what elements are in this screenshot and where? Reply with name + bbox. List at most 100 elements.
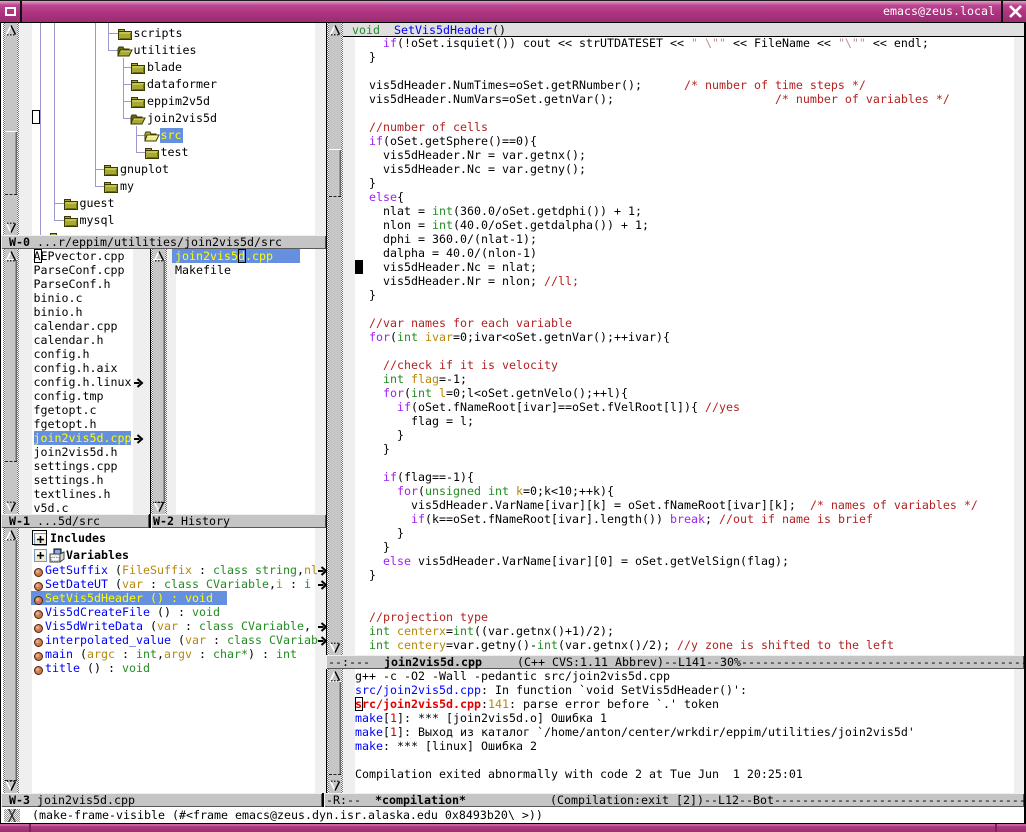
- history-scrollbar[interactable]: [151, 249, 167, 514]
- directory-tree-row[interactable]: join2vis5d: [1, 110, 315, 127]
- method-item[interactable]: main (argc : int,argv : char*) : int: [1, 647, 326, 661]
- scrollbar-down-arrow[interactable]: [5, 780, 17, 792]
- directories-modeline[interactable]: W-0 ...r/eppim/utilities/join2vis5d/src: [1, 235, 326, 249]
- source-file-item[interactable]: config.h.aix: [1, 361, 150, 375]
- source-file-item[interactable]: v5d.c: [1, 501, 150, 514]
- code-line[interactable]: vis5dHeader.VarName[ivar][k] = oSet.fNam…: [355, 498, 978, 512]
- directories-scrollbar[interactable]: [3, 23, 19, 235]
- editor-scrollbar[interactable]: [327, 23, 343, 655]
- sources-modeline[interactable]: W-1 ...5d/src: [1, 514, 149, 528]
- method-item[interactable]: SetVis5dHeader () : void: [1, 591, 326, 605]
- code-line[interactable]: }: [355, 176, 376, 190]
- code-line[interactable]: for(int l=0;l<oSet.getnVelo();++l){: [355, 386, 628, 400]
- method-item[interactable]: Vis5dCreateFile () : void: [1, 605, 326, 619]
- source-file-item[interactable]: join2vis5d.h: [1, 445, 150, 459]
- scrollbar-thumb[interactable]: [153, 259, 165, 503]
- ecb-history-window[interactable]: join2vis5d.cppMakefile: [151, 249, 326, 514]
- source-file-item[interactable]: join2vis5d.cpp: [1, 431, 150, 445]
- scrollbar-up-arrow[interactable]: [329, 670, 341, 682]
- code-line[interactable]: vis5dHeader.NumTimes=oSet.getRNumber(); …: [355, 78, 866, 92]
- code-line[interactable]: flag = l;: [355, 414, 474, 428]
- code-line[interactable]: nlat = int(360.0/oSet.getdphi()) + 1;: [355, 204, 642, 218]
- source-file-item[interactable]: binio.c: [1, 291, 150, 305]
- methods-group-row[interactable]: Includes: [1, 530, 315, 547]
- code-line[interactable]: else vis5dHeader.VarName[ivar][0] = oSet…: [355, 554, 789, 568]
- code-line[interactable]: int centery=var.getny()-int(var.getnx()/…: [355, 638, 894, 652]
- source-file-item[interactable]: config.tmp: [1, 389, 150, 403]
- history-item[interactable]: join2vis5d.cpp: [151, 249, 326, 263]
- minibuffer[interactable]: (make-frame-visible (#<frame emacs@zeus.…: [1, 807, 1024, 823]
- code-line[interactable]: if(oSet.getSphere()==0){: [355, 134, 537, 148]
- directory-tree-row[interactable]: src: [1, 127, 315, 144]
- directory-tree-row[interactable]: scripts: [1, 25, 315, 42]
- history-item[interactable]: Makefile: [151, 263, 326, 277]
- compilation-line[interactable]: src/join2vis5d.cpp: In function `void Se…: [355, 683, 747, 697]
- code-line[interactable]: int centerx=int((var.getnx()+1)/2);: [355, 624, 614, 638]
- ecb-directories-window[interactable]: scripts utilities blade dataformer eppim…: [1, 23, 326, 235]
- code-line[interactable]: if(flag==-1){: [355, 470, 474, 484]
- editor-modeline[interactable]: --:--- join2vis5d.cpp (C++ CVS:1.11 Abbr…: [326, 655, 1024, 669]
- code-line[interactable]: }: [355, 442, 390, 456]
- scrollbar-down-arrow[interactable]: [329, 780, 341, 792]
- directory-tree-row[interactable]: utilities: [1, 42, 315, 59]
- source-file-item[interactable]: fgetopt.h: [1, 417, 150, 431]
- scrollbar-up-arrow[interactable]: [5, 250, 17, 262]
- scrollbar-thumb[interactable]: [329, 149, 341, 197]
- window-menu-button[interactable]: [0, 1, 22, 22]
- code-line[interactable]: else{: [355, 190, 404, 204]
- source-file-item[interactable]: calendar.h: [1, 333, 150, 347]
- scrollbar-up-arrow[interactable]: [329, 24, 341, 36]
- sources-scrollbar[interactable]: [3, 249, 19, 514]
- methods-scrollbar[interactable]: [3, 528, 19, 793]
- method-item[interactable]: title () : void: [1, 661, 326, 675]
- methods-group-row[interactable]: Variables: [1, 547, 315, 564]
- code-line[interactable]: int flag=-1;: [355, 372, 467, 386]
- source-file-item[interactable]: settings.cpp: [1, 459, 150, 473]
- scrollbar-down-arrow[interactable]: [329, 642, 341, 654]
- scrollbar-up-arrow[interactable]: [5, 529, 17, 541]
- directory-tree-row[interactable]: dataformer: [1, 76, 315, 93]
- method-item[interactable]: GetSuffix (FileSuffix : class string,nl: [1, 563, 326, 577]
- code-line[interactable]: vis5dHeader.Nc = var.getny();: [355, 162, 586, 176]
- code-line[interactable]: //var names for each variable: [355, 316, 572, 330]
- scrollbar-thumb[interactable]: [5, 131, 17, 195]
- scrollbar-up-arrow[interactable]: [153, 250, 165, 262]
- compilation-modeline[interactable]: -R:-- *compilation* (Compilation:exit [2…: [324, 793, 1024, 807]
- scrollbar-down-arrow[interactable]: [5, 501, 17, 513]
- code-line[interactable]: for(int ivar=0;ivar<oSet.getnVar();++iva…: [355, 330, 670, 344]
- method-item[interactable]: interpolated_value (var : class CVariab: [1, 633, 326, 647]
- code-line[interactable]: }: [355, 568, 376, 582]
- compilation-line[interactable]: make: *** [linux] Ошибка 2: [355, 739, 537, 753]
- compilation-scrollbar[interactable]: [327, 669, 343, 793]
- directory-tree-row[interactable]: test: [1, 144, 315, 161]
- code-line[interactable]: dphi = 360.0/(nlat-1);: [355, 232, 537, 246]
- ecb-sources-window[interactable]: AEPvector.cppParseConf.cppParseConf.hbin…: [1, 249, 150, 514]
- editor-window[interactable]: void SetVis5dHeader() if(!oSet.isquiet()…: [327, 23, 1024, 655]
- source-file-item[interactable]: settings.h: [1, 473, 150, 487]
- code-line[interactable]: }: [355, 540, 390, 554]
- history-modeline[interactable]: W-2 History: [151, 514, 326, 528]
- code-line[interactable]: vis5dHeader.Nr = nlon; //ll;: [355, 274, 579, 288]
- compilation-line[interactable]: g++ -c -O2 -Wall -pedantic src/join2vis5…: [355, 669, 670, 683]
- code-line[interactable]: if(k==oSet.fNameRoot[ivar].length()) bre…: [355, 512, 873, 526]
- code-line[interactable]: vis5dHeader.Nr = var.getnx();: [355, 148, 586, 162]
- scrollbar-thumb[interactable]: [329, 681, 341, 775]
- titlebar[interactable]: emacs@zeus.local: [0, 0, 1026, 23]
- methods-modeline[interactable]: W-3 join2vis5d.cpp: [1, 793, 322, 807]
- code-line[interactable]: if(oSet.fNameRoot[ivar]==oSet.fVelRoot[l…: [355, 400, 740, 414]
- source-file-item[interactable]: config.h: [1, 347, 150, 361]
- directory-tree-row[interactable]: my: [1, 178, 315, 195]
- source-file-item[interactable]: textlines.h: [1, 487, 150, 501]
- compilation-line[interactable]: src/join2vis5d.cpp:141: parse error befo…: [355, 697, 719, 711]
- code-line[interactable]: vis5dHeader.NumVars=oSet.getnVar(); /* n…: [355, 92, 950, 106]
- close-button[interactable]: [1001, 1, 1026, 22]
- code-line[interactable]: if(!oSet.isquiet()) cout << strUTDATESET…: [355, 36, 929, 50]
- code-line[interactable]: //check if it is velocity: [355, 358, 558, 372]
- code-line[interactable]: }: [355, 50, 376, 64]
- directory-tree-row[interactable]: mysql: [1, 212, 315, 229]
- code-line[interactable]: }: [355, 288, 376, 302]
- source-file-item[interactable]: ParseConf.cpp: [1, 263, 150, 277]
- directory-tree-row[interactable]: gnuplot: [1, 161, 315, 178]
- directory-tree-row[interactable]: guest: [1, 195, 315, 212]
- directory-tree-row[interactable]: eppim2v5d: [1, 93, 315, 110]
